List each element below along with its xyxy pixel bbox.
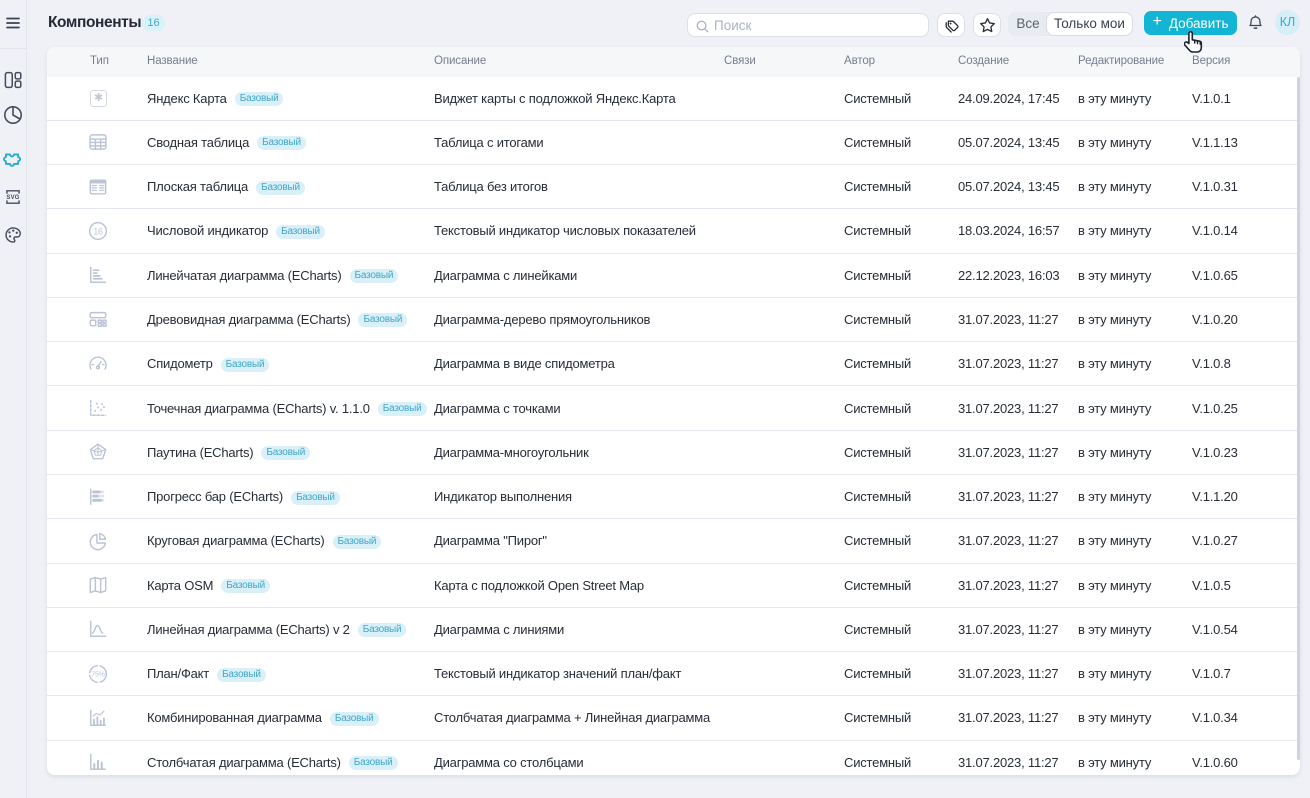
svg-text:16: 16 bbox=[93, 226, 103, 236]
svg-text:SVG: SVG bbox=[6, 195, 19, 201]
svg-text:75%: 75% bbox=[91, 671, 104, 678]
